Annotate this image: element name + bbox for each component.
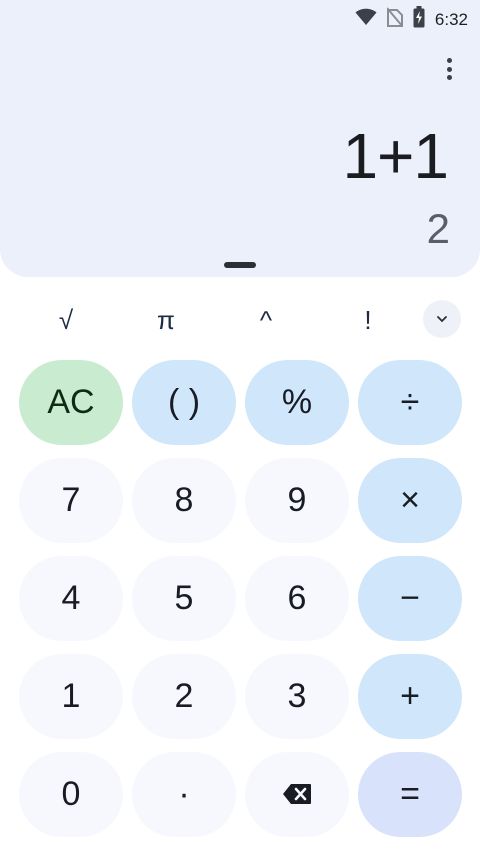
digit-1-label: 1 <box>61 677 81 715</box>
digit-7-label: 7 <box>61 481 81 519</box>
decimal-point-label: · <box>178 775 190 813</box>
digit-8-button[interactable]: 8 <box>132 458 236 543</box>
digit-2-label: 2 <box>174 677 194 715</box>
digit-4-button[interactable]: 4 <box>19 556 123 641</box>
add-button[interactable]: + <box>358 654 462 739</box>
status-bar: 6:32 <box>0 0 480 34</box>
wifi-icon <box>355 8 377 31</box>
digit-0-label: 0 <box>61 775 81 813</box>
digit-9-button[interactable]: 9 <box>245 458 349 543</box>
digit-3-button[interactable]: 3 <box>245 654 349 739</box>
digit-8-label: 8 <box>174 481 194 519</box>
subtract-button[interactable]: − <box>358 556 462 641</box>
divide-button[interactable]: ÷ <box>358 360 462 445</box>
factorial-button[interactable]: ! <box>328 297 408 343</box>
subtract-label: − <box>400 579 420 617</box>
decimal-point-button[interactable]: · <box>132 752 236 837</box>
expand-button[interactable] <box>423 300 461 338</box>
pi-button[interactable]: π <box>126 297 206 343</box>
status-time: 6:32 <box>434 9 468 29</box>
digit-5-label: 5 <box>174 579 194 617</box>
equals-button[interactable]: = <box>358 752 462 837</box>
digit-2-button[interactable]: 2 <box>132 654 236 739</box>
backspace-button[interactable] <box>245 752 349 837</box>
digit-3-label: 3 <box>287 677 307 715</box>
formula-display[interactable]: 1+1 <box>342 120 449 192</box>
clear-label: AC <box>47 383 95 421</box>
drag-handle[interactable] <box>224 262 256 268</box>
more-options-icon[interactable] <box>438 56 460 82</box>
divide-label: ÷ <box>400 383 420 421</box>
percent-button[interactable]: % <box>245 360 349 445</box>
digit-5-button[interactable]: 5 <box>132 556 236 641</box>
equals-label: = <box>400 775 420 813</box>
battery-charging-icon <box>413 6 425 33</box>
digit-6-button[interactable]: 6 <box>245 556 349 641</box>
parentheses-button[interactable]: ( ) <box>132 360 236 445</box>
digit-1-button[interactable]: 1 <box>19 654 123 739</box>
backspace-icon <box>282 775 312 814</box>
sqrt-button[interactable]: √ <box>26 297 106 343</box>
add-label: + <box>400 677 420 715</box>
digit-9-label: 9 <box>287 481 307 519</box>
multiply-label: × <box>400 481 420 519</box>
parentheses-label: ( ) <box>167 383 201 421</box>
digit-6-label: 6 <box>287 579 307 617</box>
clear-button[interactable]: AC <box>19 360 123 445</box>
power-button[interactable]: ^ <box>226 297 306 343</box>
result-display: 2 <box>426 205 450 252</box>
percent-label: % <box>281 383 313 421</box>
digit-7-button[interactable]: 7 <box>19 458 123 543</box>
multiply-button[interactable]: × <box>358 458 462 543</box>
chevron-down-icon <box>436 310 448 328</box>
scientific-row: √ π ^ ! <box>0 297 480 343</box>
display-panel: 6:32 1+1 2 <box>0 0 480 277</box>
digit-0-button[interactable]: 0 <box>19 752 123 837</box>
digit-4-label: 4 <box>61 579 81 617</box>
no-sim-icon <box>386 7 404 32</box>
